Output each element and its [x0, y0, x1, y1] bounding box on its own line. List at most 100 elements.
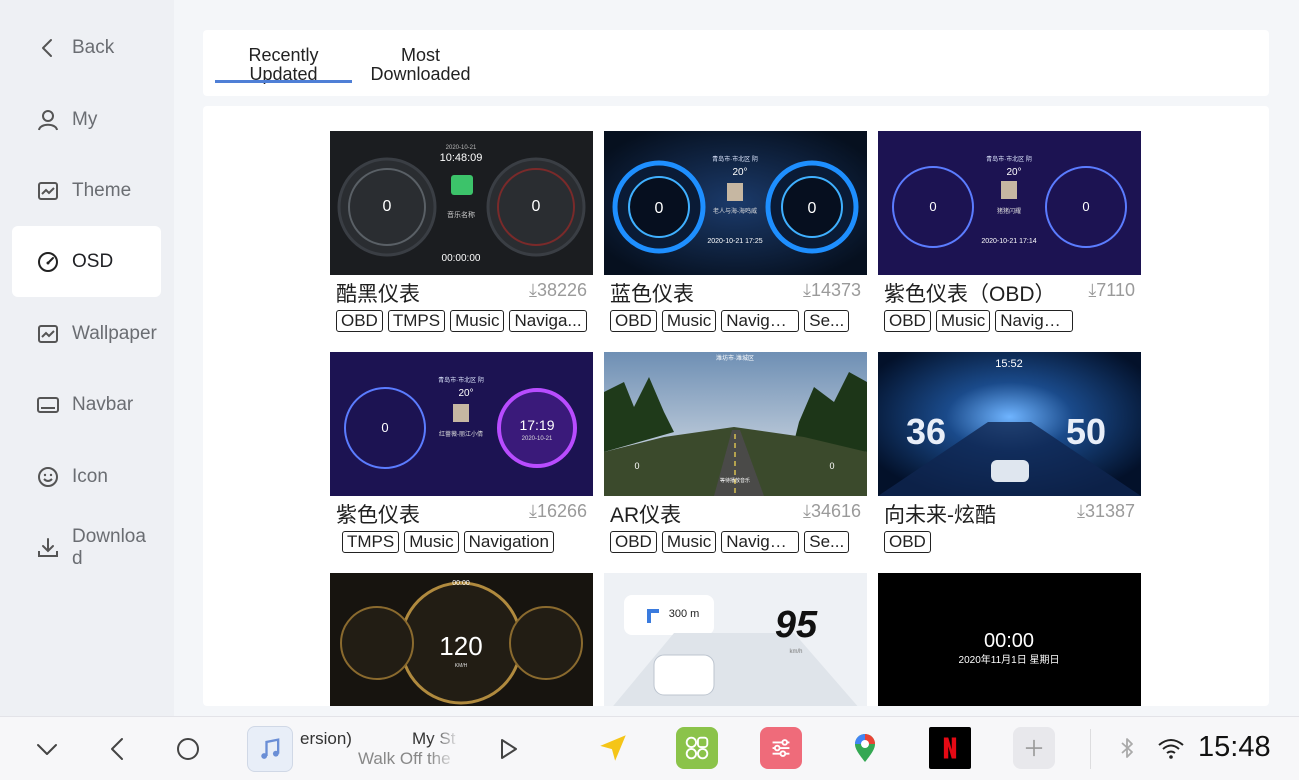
sidebar-item-label: Download	[72, 525, 146, 569]
svg-text:120: 120	[439, 631, 482, 661]
image-icon	[36, 179, 60, 203]
svg-text:0: 0	[929, 199, 936, 214]
music-app-icon[interactable]	[247, 726, 293, 772]
back-chevron-icon	[36, 36, 60, 60]
svg-text:10:48:09: 10:48:09	[440, 152, 483, 164]
tag: Navigation	[721, 531, 800, 553]
svg-text:15:52: 15:52	[995, 358, 1023, 370]
theme-name: AR仪表	[610, 504, 682, 527]
navbar-icon	[36, 393, 60, 417]
theme-card[interactable]: 2020-10-21 10:48:09 0 0 音乐名称 00:00:00 酷黑…	[330, 131, 593, 341]
tag: OBD	[884, 310, 931, 332]
tab-recently-updated[interactable]: Recently Updated	[215, 46, 352, 84]
svg-text:音乐名称: 音乐名称	[447, 210, 475, 219]
svg-text:36: 36	[906, 411, 946, 452]
back-chevron-icon	[111, 738, 123, 760]
svg-text:青岛市·市北区 阴: 青岛市·市北区 阴	[438, 376, 484, 384]
wifi-icon[interactable]	[1156, 735, 1186, 761]
theme-card[interactable]: 300 m 95 km/h	[604, 573, 867, 706]
theme-card[interactable]: 青岛市·市北区 阴 20° 猪猪闪耀 0 0 2020-10-21 17:14 …	[878, 131, 1141, 341]
svg-text:0: 0	[808, 200, 817, 217]
tag: OBD	[610, 310, 657, 332]
theme-card[interactable]: 00:00 120 KM/H	[330, 573, 593, 706]
play-button[interactable]	[492, 733, 524, 765]
sidebar-item-label: Theme	[72, 179, 132, 201]
tag: Music	[450, 310, 505, 332]
map-pin-icon	[855, 734, 875, 762]
svg-text:青岛市·市北区 阴: 青岛市·市北区 阴	[712, 155, 758, 163]
svg-text:20°: 20°	[732, 167, 747, 178]
sidebar-item-wallpaper[interactable]: Wallpaper	[12, 298, 161, 369]
sidebar-item-theme[interactable]: Theme	[12, 155, 161, 226]
svg-text:2020-10-21: 2020-10-21	[446, 145, 477, 151]
download-count: ⤓31387	[1076, 501, 1135, 521]
download-count: ⤓7110	[1088, 280, 1135, 300]
tag: Se...	[804, 310, 850, 332]
theme-card[interactable]: 15:52 36 50 向未来-炫酷 ⤓31387 OBD	[878, 352, 1141, 562]
person-icon	[36, 108, 60, 132]
theme-grid: 2020-10-21 10:48:09 0 0 音乐名称 00:00:00 酷黑…	[203, 106, 1269, 706]
nav-home-button[interactable]	[172, 733, 204, 765]
tag: Music	[404, 531, 459, 553]
tag: Music	[661, 531, 717, 553]
svg-text:老人与海-海鸣威: 老人与海-海鸣威	[713, 207, 757, 215]
theme-thumbnail: 青岛市·市北区 阴 20° 老人与海-海鸣威 0 0 2020-10-21 17…	[604, 131, 867, 275]
tag: OBD	[336, 310, 383, 332]
settings-app-icon[interactable]	[760, 727, 802, 769]
play-icon	[501, 739, 517, 759]
tag: Navigation	[463, 531, 554, 553]
theme-card[interactable]: 青岛市·市北区 阴 20° 老人与海-海鸣威 0 0 2020-10-21 17…	[604, 131, 867, 341]
maps-app-icon[interactable]	[844, 727, 886, 769]
sidebar-item-icon[interactable]: Icon	[12, 441, 161, 512]
theme-name: 酷黑仪表	[336, 283, 420, 306]
netflix-logo-icon	[943, 737, 957, 759]
add-app-button[interactable]	[1013, 727, 1055, 769]
sidebar-item-navbar[interactable]: Navbar	[12, 369, 161, 440]
theme-card[interactable]: 潍坊市·潍城区 0 0 等待播放音乐 AR仪表 ⤓34616 OBD Music…	[604, 352, 867, 562]
theme-card[interactable]: 00:00 2020年11月1日 星期日	[878, 573, 1141, 706]
tag: Se...	[804, 531, 850, 553]
theme-name: 向未来-炫酷	[884, 504, 996, 527]
theme-thumbnail: 300 m 95 km/h	[604, 573, 867, 706]
sidebar-item-my[interactable]: My	[12, 84, 161, 155]
smiley-icon	[36, 465, 60, 489]
download-count: ⤓14373	[802, 280, 861, 300]
sidebar-item-back[interactable]: Back	[12, 12, 161, 83]
sidebar-item-label: Navbar	[72, 393, 134, 415]
plus-icon	[1025, 739, 1043, 757]
sidebar-item-osd[interactable]: OSD	[12, 226, 161, 297]
svg-text:20°: 20°	[1006, 167, 1021, 178]
theme-card[interactable]: 青岛市·市北区 阴 20° 红蔷薇-丽江小倩 0 17:19 2020-10-2…	[330, 352, 593, 562]
tag: Music	[661, 310, 717, 332]
svg-text:17:19: 17:19	[519, 417, 554, 433]
bluetooth-icon[interactable]	[1114, 735, 1140, 761]
svg-text:2020年11月1日 星期日: 2020年11月1日 星期日	[959, 653, 1060, 666]
sliders-icon	[772, 739, 790, 757]
theme-thumbnail: 2020-10-21 10:48:09 0 0 音乐名称 00:00:00	[330, 131, 593, 275]
home-circle-icon	[177, 738, 199, 760]
tag-list: OBD Music Navigation	[884, 310, 1135, 332]
tag: TMPS	[387, 310, 446, 332]
sidebar-item-download[interactable]: Download	[12, 512, 161, 583]
theme-name: 蓝色仪表	[610, 283, 694, 306]
image-icon	[36, 322, 60, 346]
svg-text:2020-10-21: 2020-10-21	[522, 436, 553, 442]
tag: OBD	[884, 531, 931, 553]
tag: Navigation	[995, 310, 1074, 332]
gauge-icon	[36, 250, 60, 274]
nav-back-button[interactable]	[102, 733, 134, 765]
apps-grid-icon[interactable]	[676, 727, 718, 769]
svg-text:红蔷薇-丽江小倩: 红蔷薇-丽江小倩	[439, 430, 483, 438]
collapse-button[interactable]	[31, 733, 63, 765]
netflix-app-icon[interactable]	[929, 727, 971, 769]
download-count: ⤓38226	[528, 280, 587, 300]
download-count: ⤓16266	[528, 501, 587, 521]
download-icon	[36, 536, 60, 560]
theme-thumbnail: 青岛市·市北区 阴 20° 红蔷薇-丽江小倩 0 17:19 2020-10-2…	[330, 352, 593, 496]
sidebar-item-label: Wallpaper	[72, 322, 157, 344]
svg-text:0: 0	[383, 198, 392, 215]
navigation-app-icon[interactable]	[592, 727, 634, 769]
svg-text:95: 95	[775, 604, 818, 646]
tab-most-downloaded[interactable]: Most Downloaded	[352, 46, 489, 84]
tag: OBD	[610, 531, 657, 553]
